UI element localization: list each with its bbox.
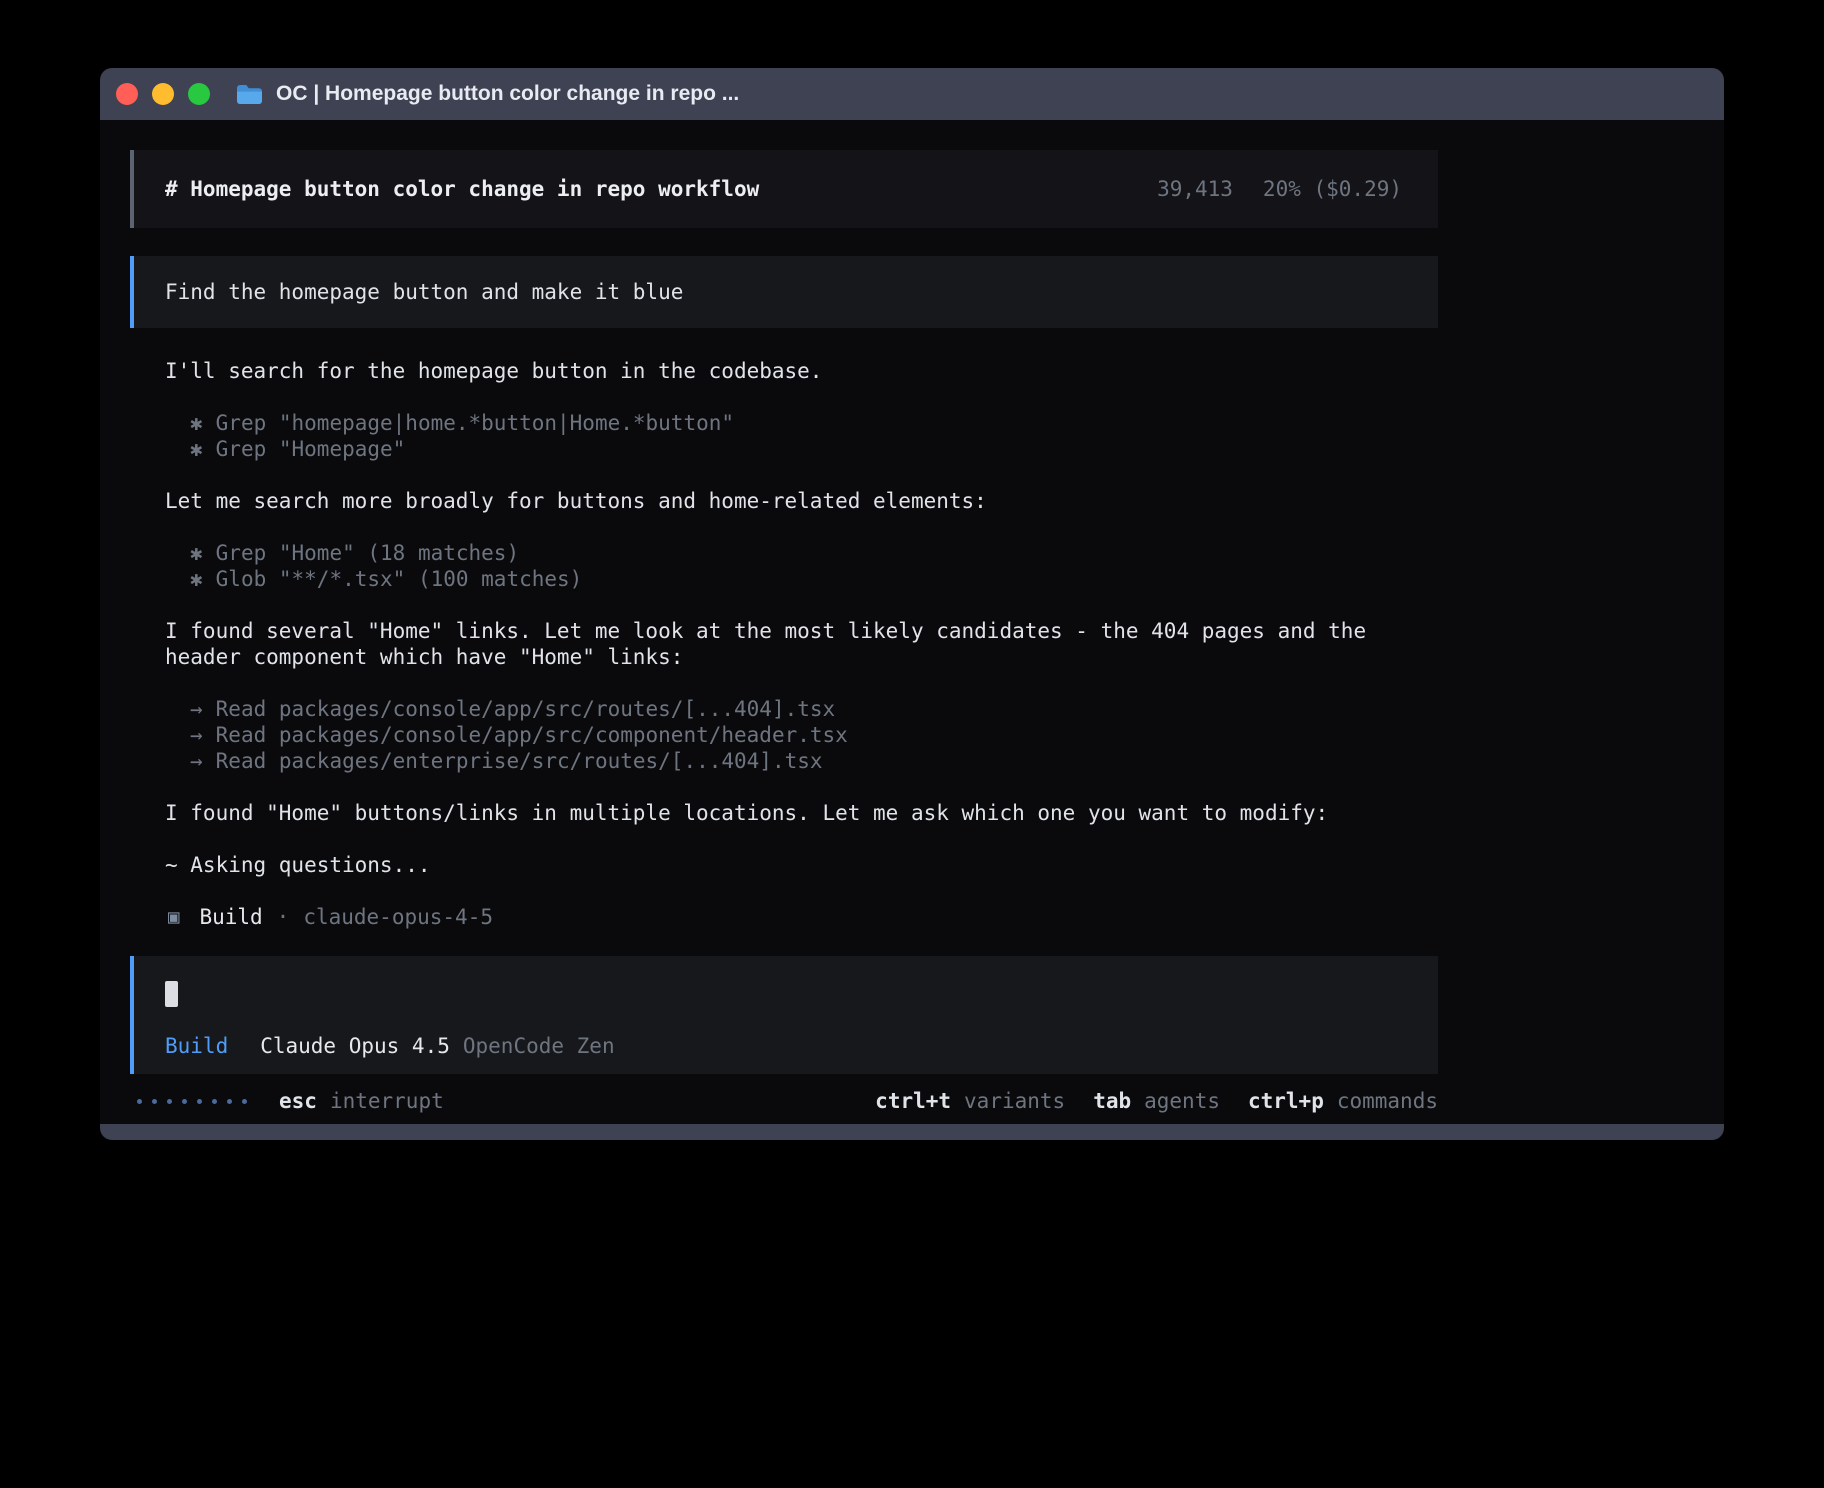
assistant-text: I'll search for the homepage button in t… (130, 358, 1438, 384)
read-call: → Read packages/console/app/src/routes/[.… (190, 696, 1438, 722)
session-header: # Homepage button color change in repo w… (130, 150, 1438, 228)
hint-commands: ctrl+p commands (1248, 1088, 1438, 1114)
tool-asterisk-icon: ✱ (190, 437, 203, 461)
tool-call: ✱ Grep "Homepage" (190, 436, 1438, 462)
read-call-group: → Read packages/console/app/src/routes/[.… (130, 696, 1438, 774)
tool-call-group: ✱ Grep "homepage|home.*button|Home.*butto… (130, 410, 1438, 462)
read-arrow-icon: → (190, 723, 203, 747)
titlebar: OC | Homepage button color change in rep… (100, 68, 1724, 120)
read-call: → Read packages/console/app/src/component… (190, 722, 1438, 748)
tool-call: ✱ Grep "homepage|home.*button|Home.*butto… (190, 410, 1438, 436)
window-title: OC | Homepage button color change in rep… (276, 82, 739, 106)
read-call-text: Read packages/console/app/src/routes/[..… (216, 697, 836, 721)
tool-call: ✱ Grep "Home" (18 matches) (190, 540, 1438, 566)
read-arrow-icon: → (190, 749, 203, 773)
hint-agents: tab agents (1093, 1088, 1220, 1114)
hint-label: agents (1144, 1088, 1220, 1114)
status-bar-right: ctrl+t variants tab agents ctrl+p comman… (847, 1088, 1438, 1114)
text-cursor (165, 981, 178, 1007)
hint-label: commands (1337, 1088, 1438, 1114)
tool-call: ✱ Glob "**/*.tsx" (100 matches) (190, 566, 1438, 592)
agent-square-icon: ▣ (168, 904, 179, 930)
agent-separator: · (277, 904, 290, 930)
hint-key: tab (1093, 1088, 1131, 1114)
tool-call-text: Glob "**/*.tsx" (100 matches) (216, 567, 583, 591)
hint-key: ctrl+t (875, 1088, 951, 1114)
hint-variants: ctrl+t variants (875, 1088, 1065, 1114)
hint-label: variants (964, 1088, 1065, 1114)
spinner-dots-icon (137, 1099, 247, 1104)
close-button[interactable] (116, 83, 138, 105)
hint-key: esc (279, 1088, 317, 1114)
tool-call-text: Grep "homepage|home.*button|Home.*button… (216, 411, 734, 435)
agent-name: Build (199, 904, 262, 930)
input-model: Claude Opus 4.5 (260, 1034, 450, 1058)
tool-asterisk-icon: ✱ (190, 541, 203, 565)
agent-status: ▣ Build · claude-opus-4-5 (130, 904, 1438, 930)
assistant-text-line: I'll search for the homepage button in t… (165, 358, 1438, 384)
tool-call-text: Grep "Homepage" (216, 437, 406, 461)
assistant-status: ~ Asking questions... (130, 852, 1438, 878)
read-call-text: Read packages/enterprise/src/routes/[...… (216, 749, 823, 773)
user-message-text: Find the homepage button and make it blu… (165, 280, 683, 304)
assistant-text-line: I found several "Home" links. Let me loo… (165, 618, 1438, 670)
assistant-text: Let me search more broadly for buttons a… (130, 488, 1438, 514)
session-stats: 39,413 20% ($0.29) (1157, 176, 1402, 202)
hint-label: interrupt (330, 1088, 444, 1114)
hint-key: ctrl+p (1248, 1088, 1324, 1114)
folder-icon (236, 83, 263, 105)
token-count: 39,413 (1157, 176, 1233, 202)
terminal-content: # Homepage button color change in repo w… (100, 120, 1724, 1124)
read-call: → Read packages/enterprise/src/routes/[..… (190, 748, 1438, 774)
minimize-button[interactable] (152, 83, 174, 105)
asking-questions-status: ~ Asking questions... (165, 852, 1438, 878)
traffic-lights (116, 83, 210, 105)
agent-model: claude-opus-4-5 (303, 904, 493, 930)
assistant-text-line: I found "Home" buttons/links in multiple… (165, 800, 1438, 826)
tool-call-group: ✱ Grep "Home" (18 matches) ✱ Glob "**/*.ts… (130, 540, 1438, 592)
tool-call-text: Grep "Home" (18 matches) (216, 541, 519, 565)
context-usage: 20% ($0.29) (1263, 176, 1402, 202)
prompt-input[interactable]: Build Claude Opus 4.5 OpenCode Zen (130, 956, 1438, 1074)
input-provider: OpenCode Zen (463, 1034, 615, 1058)
terminal-window: OC | Homepage button color change in rep… (100, 68, 1724, 1140)
assistant-text: I found several "Home" links. Let me loo… (130, 618, 1438, 670)
status-bar: esc interrupt ctrl+t variants tab agents (130, 1088, 1438, 1114)
session-title: # Homepage button color change in repo w… (165, 176, 759, 202)
tui-column: # Homepage button color change in repo w… (130, 150, 1438, 1114)
user-message: Find the homepage button and make it blu… (130, 256, 1438, 328)
zoom-button[interactable] (188, 83, 210, 105)
input-mode-line: Build Claude Opus 4.5 OpenCode Zen (165, 1033, 1407, 1059)
tool-asterisk-icon: ✱ (190, 411, 203, 435)
read-call-text: Read packages/console/app/src/component/… (216, 723, 848, 747)
desktop: OC | Homepage button color change in rep… (0, 0, 1824, 1488)
input-mode: Build (165, 1034, 228, 1058)
read-arrow-icon: → (190, 697, 203, 721)
assistant-text: I found "Home" buttons/links in multiple… (130, 800, 1438, 826)
assistant-text-line: Let me search more broadly for buttons a… (165, 488, 1438, 514)
hint-interrupt: esc interrupt (279, 1088, 444, 1114)
tool-asterisk-icon: ✱ (190, 567, 203, 591)
